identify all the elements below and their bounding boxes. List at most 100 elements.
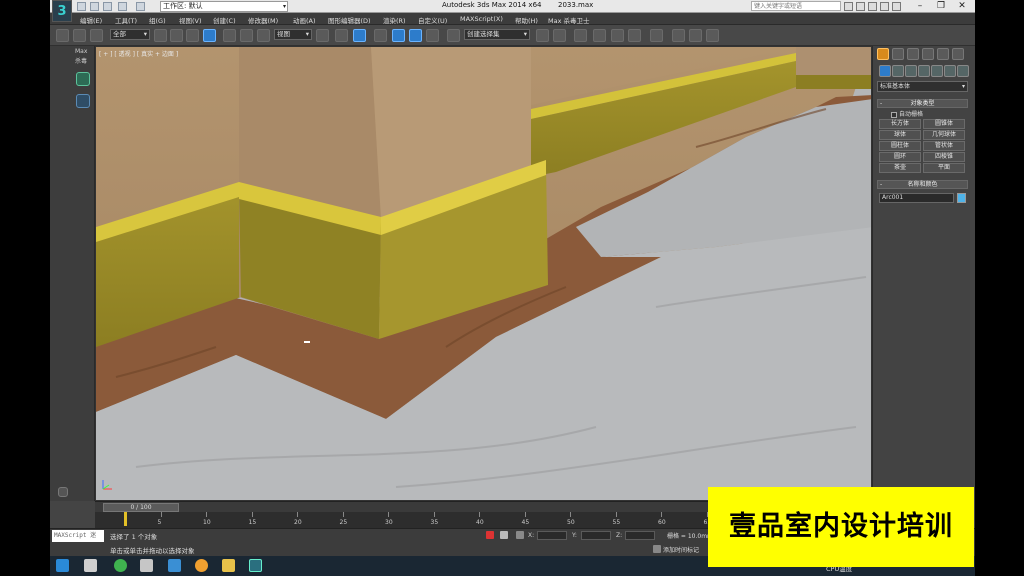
tube-button[interactable]: 管状体 (923, 141, 965, 151)
pyramid-button[interactable]: 四棱锥 (923, 152, 965, 162)
percent-snap-icon[interactable] (409, 29, 422, 42)
named-selection-dropdown[interactable]: 创建选择集 ▾ (464, 29, 530, 40)
x-coord-field[interactable] (537, 531, 567, 540)
helpers-icon[interactable] (931, 65, 943, 77)
keyboard-shortcut-toggle-icon[interactable] (353, 29, 366, 42)
angle-snap-icon[interactable] (392, 29, 405, 42)
ref-coord-dropdown[interactable]: 视图 ▾ (274, 29, 312, 40)
menu-customize[interactable]: 自定义(U) (418, 15, 447, 25)
select-object-icon[interactable] (154, 29, 167, 42)
viewport-label[interactable]: [ + ] [ 透视 ] [ 真实 + 边面 ] (99, 49, 178, 58)
3dsmax-taskbar-icon[interactable] (249, 559, 262, 572)
search-icon[interactable] (844, 2, 853, 11)
z-coord-field[interactable] (625, 531, 655, 540)
menu-rendering[interactable]: 渲染(R) (383, 15, 406, 25)
communication-icon[interactable] (868, 2, 877, 11)
geosphere-button[interactable]: 几何球体 (923, 130, 965, 140)
selection-filter-dropdown[interactable]: 全部 ▾ (110, 29, 150, 40)
plane-button[interactable]: 平面 (923, 163, 965, 173)
display-tab-icon[interactable] (937, 48, 949, 60)
menu-modifiers[interactable]: 修改器(M) (248, 15, 278, 25)
rendered-frame-window-icon[interactable] (689, 29, 702, 42)
app-b-icon[interactable] (114, 559, 127, 572)
pivot-center-icon[interactable] (316, 29, 329, 42)
menu-animation[interactable]: 动画(A) (293, 15, 316, 25)
menu-maxscript[interactable]: MAXScript(X) (460, 15, 503, 23)
close-button[interactable]: ✕ (950, 0, 974, 13)
menu-create[interactable]: 创建(C) (213, 15, 236, 25)
spinner-snap-icon[interactable] (426, 29, 439, 42)
bind-space-warp-icon[interactable] (90, 29, 103, 42)
help-icon[interactable] (892, 2, 901, 11)
expand-arrow-icon[interactable] (58, 487, 68, 497)
object-color-swatch[interactable] (957, 193, 966, 203)
edit-named-selection-icon[interactable] (447, 29, 460, 42)
sphere-button[interactable]: 球体 (879, 130, 921, 140)
shapes-icon[interactable] (892, 65, 904, 77)
open-file-icon[interactable] (90, 2, 99, 11)
modify-tab-icon[interactable] (892, 48, 904, 60)
search-input[interactable]: 键入关键字或短语 (751, 1, 841, 11)
teapot-button[interactable]: 茶壶 (879, 163, 921, 173)
scale-icon[interactable] (257, 29, 270, 42)
subscription-icon[interactable] (856, 2, 865, 11)
antivirus-scan-icon[interactable] (76, 72, 90, 86)
undo-icon[interactable] (118, 2, 127, 11)
absolute-mode-icon[interactable] (516, 531, 524, 539)
save-file-icon[interactable] (103, 2, 112, 11)
app-a-icon[interactable] (84, 559, 97, 572)
layer-manager-icon[interactable] (574, 29, 587, 42)
cone-button[interactable]: 圆锥体 (923, 119, 965, 129)
snaps-toggle-icon[interactable] (374, 29, 387, 42)
object-name-field[interactable]: Arc001 (879, 193, 954, 203)
select-and-manipulate-icon[interactable] (335, 29, 348, 42)
motion-tab-icon[interactable] (922, 48, 934, 60)
maxscript-listener-input[interactable]: MAXScript 迷 (52, 530, 104, 542)
time-tag-icon[interactable] (653, 545, 661, 553)
lights-icon[interactable] (905, 65, 917, 77)
torus-button[interactable]: 圆环 (879, 152, 921, 162)
create-tab-icon[interactable] (877, 48, 889, 60)
primitive-category-dropdown[interactable]: 标准基本体 ▾ (877, 81, 968, 92)
cameras-icon[interactable] (918, 65, 930, 77)
favorites-icon[interactable] (880, 2, 889, 11)
name-color-rollout-header[interactable]: - 名称和颜色 (877, 180, 968, 189)
object-type-rollout-header[interactable]: - 对象类型 (877, 99, 968, 108)
isolate-selection-icon[interactable] (486, 531, 494, 539)
windows-start-icon[interactable] (56, 559, 69, 572)
move-icon[interactable] (223, 29, 236, 42)
window-crossing-icon[interactable] (203, 29, 216, 42)
mirror-icon[interactable] (536, 29, 549, 42)
graphite-ribbon-icon[interactable] (593, 29, 606, 42)
menu-tools[interactable]: 工具(T) (115, 15, 137, 25)
menu-edit[interactable]: 编辑(E) (80, 15, 102, 25)
space-warps-icon[interactable] (944, 65, 956, 77)
systems-icon[interactable] (957, 65, 969, 77)
menu-views[interactable]: 视图(V) (179, 15, 202, 25)
app-logo-icon[interactable]: 3 (52, 0, 72, 22)
rotate-icon[interactable] (240, 29, 253, 42)
schematic-view-icon[interactable] (628, 29, 641, 42)
add-time-tag[interactable]: 添加时间标记 (663, 545, 699, 554)
render-production-icon[interactable] (706, 29, 719, 42)
render-setup-icon[interactable] (672, 29, 685, 42)
link-icon[interactable] (56, 29, 69, 42)
menu-group[interactable]: 组(G) (149, 15, 166, 25)
menu-max-antivirus[interactable]: Max 杀毒卫士 (548, 15, 590, 25)
rectangular-selection-icon[interactable] (186, 29, 199, 42)
app-d-icon[interactable] (168, 559, 181, 572)
workspace-dropdown[interactable]: 工作区: 默认 ▾ (160, 1, 288, 12)
align-icon[interactable] (553, 29, 566, 42)
shield-icon[interactable] (76, 94, 90, 108)
y-coord-field[interactable] (581, 531, 611, 540)
menu-graph-editors[interactable]: 图形编辑器(D) (328, 15, 371, 25)
lock-selection-icon[interactable] (500, 531, 508, 539)
folder-icon[interactable] (222, 559, 235, 572)
cylinder-button[interactable]: 圆柱体 (879, 141, 921, 151)
time-slider-thumb[interactable]: 0 / 100 (103, 503, 179, 512)
utilities-tab-icon[interactable] (952, 48, 964, 60)
hierarchy-tab-icon[interactable] (907, 48, 919, 60)
app-c-icon[interactable] (140, 559, 153, 572)
box-button[interactable]: 长方体 (879, 119, 921, 129)
perspective-viewport[interactable]: [ + ] [ 透视 ] [ 真实 + 边面 ] (95, 46, 872, 501)
